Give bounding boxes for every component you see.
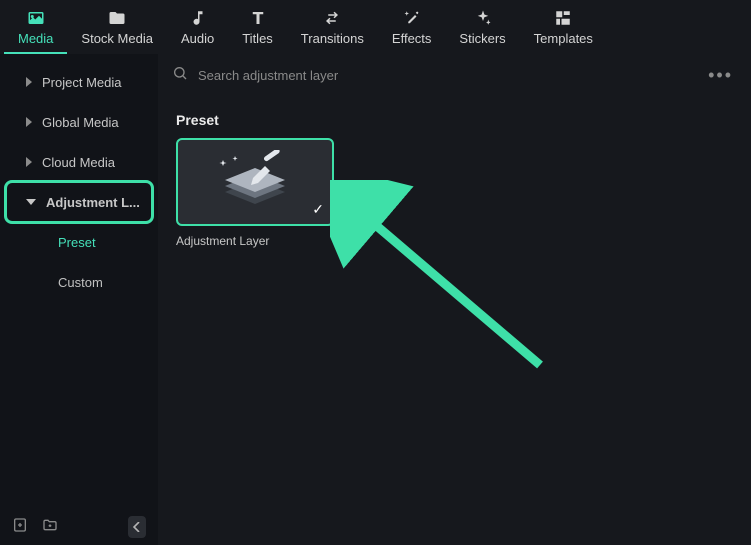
tab-effects[interactable]: Effects: [378, 0, 446, 54]
preset-thumbnail-label: Adjustment Layer: [176, 226, 334, 248]
check-icon: ✓: [312, 201, 324, 218]
sidebar-sub-label: Custom: [58, 275, 103, 290]
sidebar-sub-label: Preset: [58, 235, 96, 250]
tab-stickers[interactable]: Stickers: [445, 0, 519, 54]
tab-templates[interactable]: Templates: [520, 0, 607, 54]
search-bar: •••: [158, 54, 751, 98]
new-file-icon[interactable]: [12, 517, 28, 538]
tab-label: Stock Media: [81, 31, 153, 46]
adjustment-layer-icon: [205, 150, 305, 214]
tab-label: Transitions: [301, 31, 364, 46]
chevron-right-icon: [26, 157, 32, 167]
tab-label: Audio: [181, 31, 214, 46]
tab-label: Media: [18, 31, 53, 46]
preset-thumbnail[interactable]: ✓: [176, 138, 334, 226]
grid-icon: [554, 7, 572, 29]
image-icon: [26, 7, 46, 29]
sidebar-sub-custom[interactable]: Custom: [0, 262, 158, 302]
more-options-button[interactable]: •••: [704, 65, 737, 86]
new-folder-icon[interactable]: [42, 517, 58, 538]
sidebar-footer: [0, 509, 158, 545]
tab-transitions[interactable]: Transitions: [287, 0, 378, 54]
top-tab-bar: Media Stock Media Audio Titles Transitio…: [0, 0, 751, 54]
sidebar-item-cloud-media[interactable]: Cloud Media: [6, 142, 152, 182]
music-icon: [189, 7, 207, 29]
chevron-down-icon: [26, 199, 36, 205]
tab-label: Effects: [392, 31, 432, 46]
chevron-right-icon: [26, 117, 32, 127]
sidebar-item-project-media[interactable]: Project Media: [6, 62, 152, 102]
text-icon: [249, 7, 267, 29]
tab-titles[interactable]: Titles: [228, 0, 287, 54]
search-input[interactable]: [198, 68, 694, 83]
sidebar-item-label: Global Media: [42, 115, 119, 130]
tab-audio[interactable]: Audio: [167, 0, 228, 54]
tab-stock-media[interactable]: Stock Media: [67, 0, 167, 54]
main-frame: Project Media Global Media Cloud Media A…: [0, 54, 751, 545]
sidebar-item-label: Project Media: [42, 75, 121, 90]
tab-label: Stickers: [459, 31, 505, 46]
media-sidebar: Project Media Global Media Cloud Media A…: [0, 54, 158, 545]
sidebar-item-label: Cloud Media: [42, 155, 115, 170]
collapse-sidebar-button[interactable]: [128, 516, 146, 538]
tab-label: Titles: [242, 31, 273, 46]
tab-label: Templates: [534, 31, 593, 46]
preset-item-adjustment-layer: ✓ Adjustment Layer: [176, 138, 334, 248]
search-icon: [172, 65, 188, 86]
sidebar-item-adjustment-layer[interactable]: Adjustment L...: [6, 182, 152, 222]
section-title: Preset: [158, 98, 751, 138]
sidebar-item-label: Adjustment L...: [46, 195, 140, 210]
sparkle-icon: [474, 7, 492, 29]
sidebar-sub-preset[interactable]: Preset: [0, 222, 158, 262]
preset-grid: ✓ Adjustment Layer: [158, 138, 751, 248]
tab-media[interactable]: Media: [4, 0, 67, 54]
folder-icon: [107, 7, 127, 29]
sidebar-item-global-media[interactable]: Global Media: [6, 102, 152, 142]
swap-icon: [322, 7, 342, 29]
wand-icon: [403, 7, 421, 29]
content-panel: ••• Preset: [158, 54, 751, 545]
chevron-right-icon: [26, 77, 32, 87]
